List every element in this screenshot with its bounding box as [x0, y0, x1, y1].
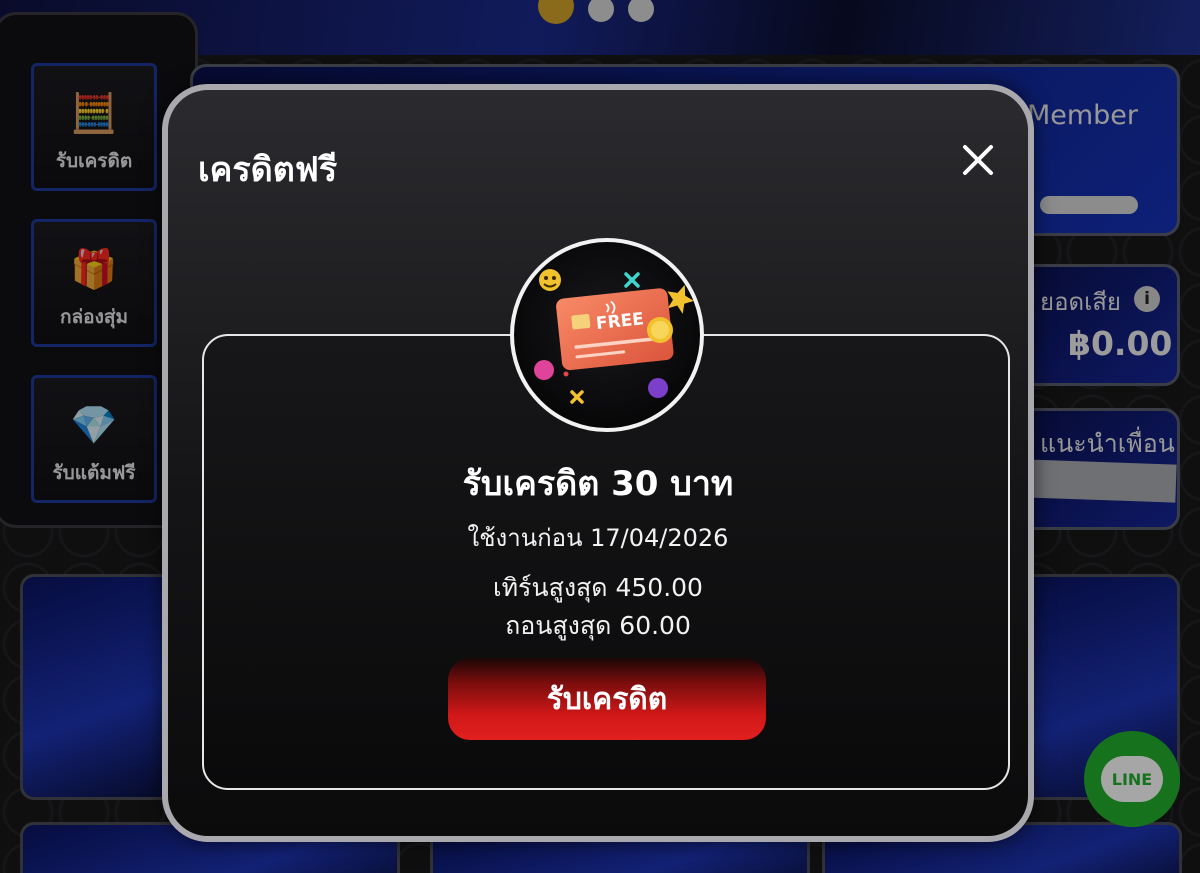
credit-amount-title: รับเครดิต 30 บาท	[462, 464, 734, 504]
claim-credit-button[interactable]: รับเครดิต	[448, 658, 766, 740]
close-icon	[963, 145, 993, 175]
max-withdraw: ถอนสูงสุด 60.00	[505, 611, 691, 640]
max-turnover: เทิร์นสูงสุด 450.00	[493, 573, 703, 602]
free-credit-card-icon: FREE	[534, 269, 694, 404]
expiry-date: ใช้งานก่อน 17/04/2026	[467, 524, 729, 552]
free-credit-badge: FREE	[510, 238, 704, 432]
modal-title: เครดิตฟรี	[198, 150, 338, 190]
close-button[interactable]	[958, 140, 998, 180]
free-credit-modal: เครดิตฟรี FREE รับเครดิต 30 บาท ใช้งานก่…	[162, 84, 1034, 842]
